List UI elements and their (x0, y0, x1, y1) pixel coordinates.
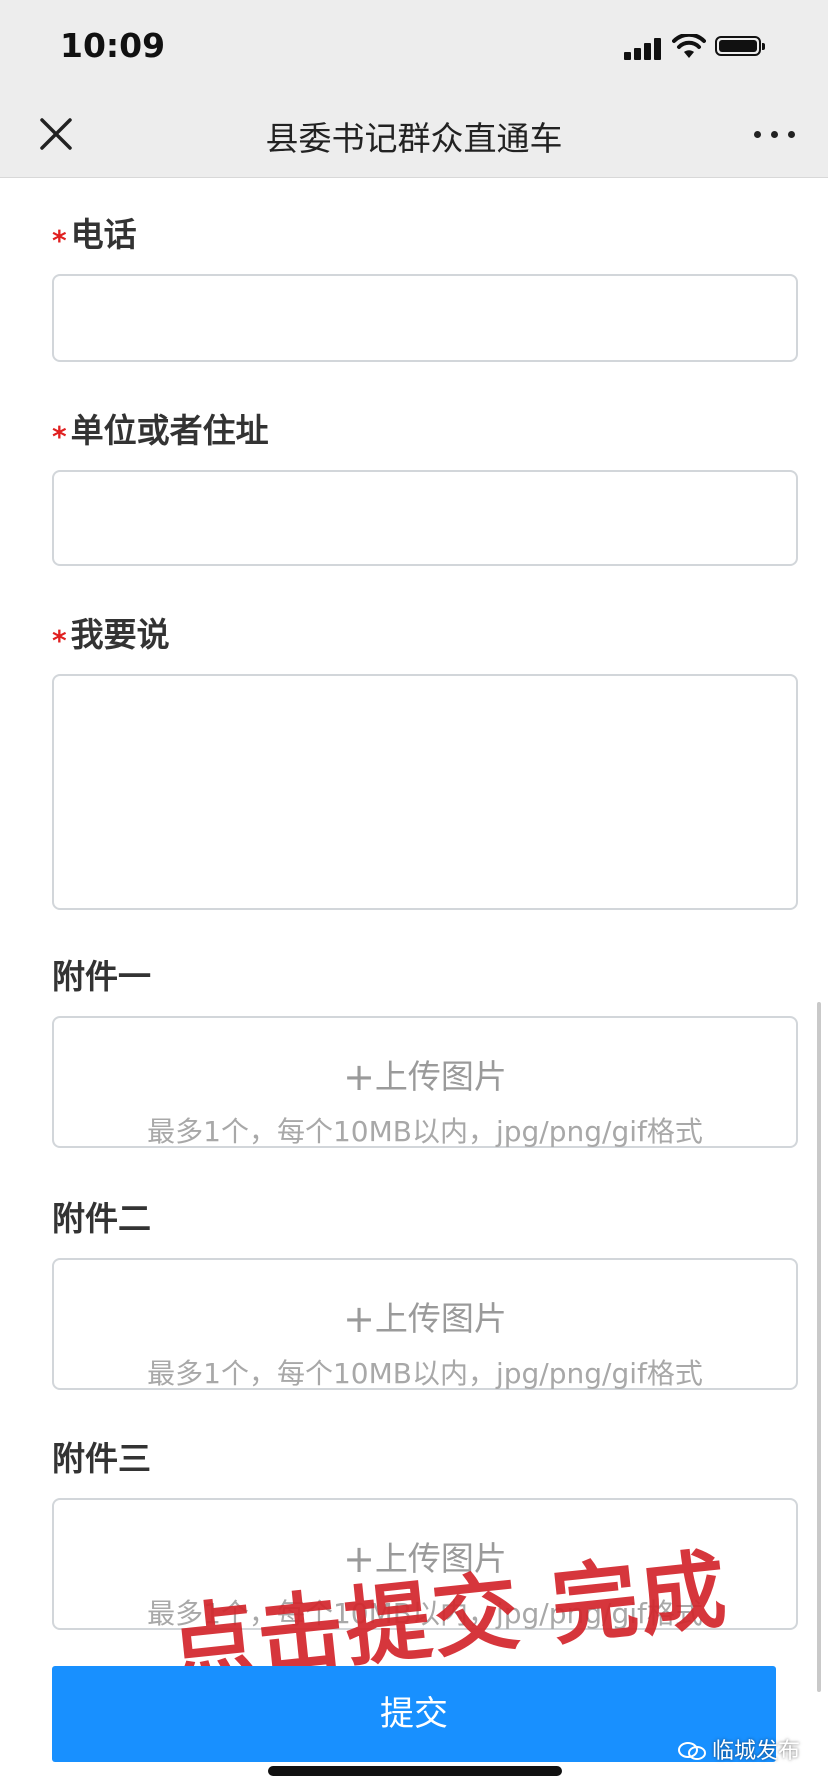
attachment-1-upload[interactable]: +上传图片 最多1个，每个10MB以内，jpg/png/gif格式 (52, 1016, 798, 1148)
plus-icon: + (343, 1055, 375, 1099)
watermark: 临城发布 (677, 1733, 800, 1765)
attachment-1-label: 附件一 (52, 957, 151, 996)
phone-input[interactable] (52, 274, 798, 362)
attachment-2-upload[interactable]: +上传图片 最多1个，每个10MB以内，jpg/png/gif格式 (52, 1258, 798, 1390)
message-label: * 我要说 (52, 615, 170, 657)
attachment-3-label: 附件三 (52, 1439, 151, 1478)
watermark-text: 临城发布 (711, 1739, 800, 1764)
upload-label: 上传图片 (374, 1057, 507, 1096)
submit-button[interactable]: 提交 (52, 1666, 776, 1762)
battery-icon (715, 36, 765, 56)
address-input[interactable] (52, 470, 798, 566)
signal-icon (624, 38, 664, 60)
message-textarea[interactable] (52, 674, 798, 910)
plus-icon: + (343, 1297, 375, 1341)
upload-hint: 最多1个，每个10MB以内，jpg/png/gif格式 (147, 1357, 703, 1390)
phone-label: * 电话 (52, 215, 137, 257)
upload-hint: 最多1个，每个10MB以内，jpg/png/gif格式 (147, 1115, 703, 1148)
required-mark: * (52, 224, 67, 257)
more-icon[interactable] (754, 126, 798, 142)
page-title: 县委书记群众直通车 (265, 119, 563, 158)
status-bar: 10:09 (0, 0, 828, 96)
scroll-indicator (817, 1002, 821, 1692)
home-indicator[interactable] (268, 1766, 562, 1776)
address-label: * 单位或者住址 (52, 411, 269, 453)
required-mark: * (52, 624, 67, 657)
status-time: 10:09 (60, 26, 166, 65)
required-mark: * (52, 420, 67, 453)
wifi-icon (672, 34, 706, 58)
wechat-icon (677, 1742, 706, 1760)
attachment-2-label: 附件二 (52, 1199, 151, 1238)
upload-label: 上传图片 (374, 1299, 507, 1338)
nav-bar: 县委书记群众直通车 (0, 96, 828, 178)
